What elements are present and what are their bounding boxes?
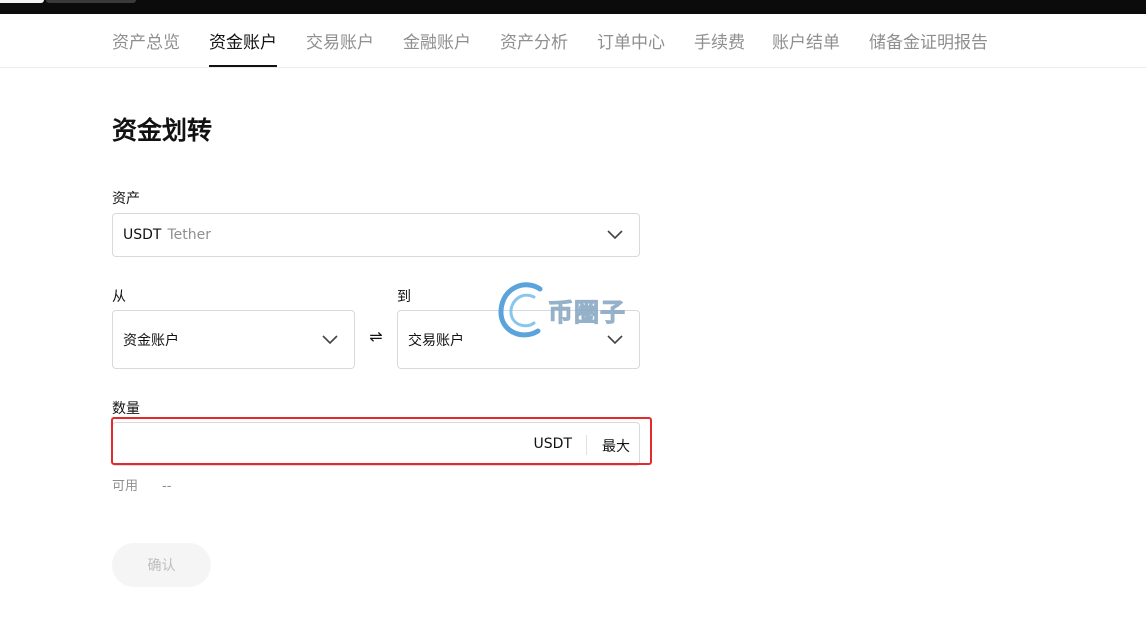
tab-proof-of-reserves[interactable]: 储备金证明报告 bbox=[869, 28, 988, 53]
tab-asset-overview[interactable]: 资产总览 bbox=[112, 28, 180, 53]
to-account-value: 交易账户 bbox=[408, 332, 464, 349]
from-account-value: 资金账户 bbox=[123, 332, 179, 349]
asset-select[interactable]: USDT Tether bbox=[112, 213, 640, 257]
available-balance: 可用 -- bbox=[112, 475, 171, 494]
from-account-select[interactable]: 资金账户 bbox=[112, 310, 355, 369]
available-value: -- bbox=[162, 479, 172, 494]
available-label: 可用 bbox=[112, 479, 139, 494]
top-bar bbox=[0, 0, 1146, 14]
amount-field: USDT 最大 bbox=[112, 422, 640, 466]
chevron-down-icon bbox=[607, 334, 623, 344]
from-label: 从 bbox=[112, 289, 126, 305]
tab-account-statement[interactable]: 账户结单 bbox=[772, 28, 840, 53]
tab-funding-account[interactable]: 资金账户 bbox=[209, 28, 277, 67]
tab-finance-account[interactable]: 金融账户 bbox=[403, 28, 471, 53]
account-nav: 资产总览 资金账户 交易账户 金融账户 资产分析 订单中心 手续费 账户结单 储… bbox=[0, 14, 1146, 68]
chevron-down-icon bbox=[607, 230, 623, 240]
asset-name: Tether bbox=[167, 227, 211, 243]
amount-unit: USDT bbox=[533, 436, 572, 452]
asset-symbol: USDT bbox=[123, 227, 162, 243]
tab-trading-account[interactable]: 交易账户 bbox=[306, 28, 374, 53]
amount-label: 数量 bbox=[112, 401, 140, 417]
asset-label: 资产 bbox=[112, 191, 140, 207]
amount-divider bbox=[586, 435, 587, 455]
to-account-select[interactable]: 交易账户 bbox=[397, 310, 640, 369]
max-button[interactable]: 最大 bbox=[602, 436, 630, 456]
tab-fees[interactable]: 手续费 bbox=[694, 28, 745, 53]
chevron-down-icon bbox=[322, 334, 338, 344]
top-bar-tab bbox=[46, 0, 136, 3]
confirm-button[interactable]: 确认 bbox=[112, 543, 211, 587]
swap-accounts-icon[interactable]: ⇌ bbox=[365, 328, 387, 346]
page-title: 资金划转 bbox=[112, 116, 213, 145]
tab-order-center[interactable]: 订单中心 bbox=[597, 28, 665, 53]
top-bar-tab-indicator bbox=[0, 0, 44, 3]
tab-asset-analysis[interactable]: 资产分析 bbox=[500, 28, 568, 53]
to-label: 到 bbox=[397, 289, 411, 305]
amount-input[interactable] bbox=[121, 429, 525, 461]
asset-select-value: USDT Tether bbox=[123, 227, 211, 243]
